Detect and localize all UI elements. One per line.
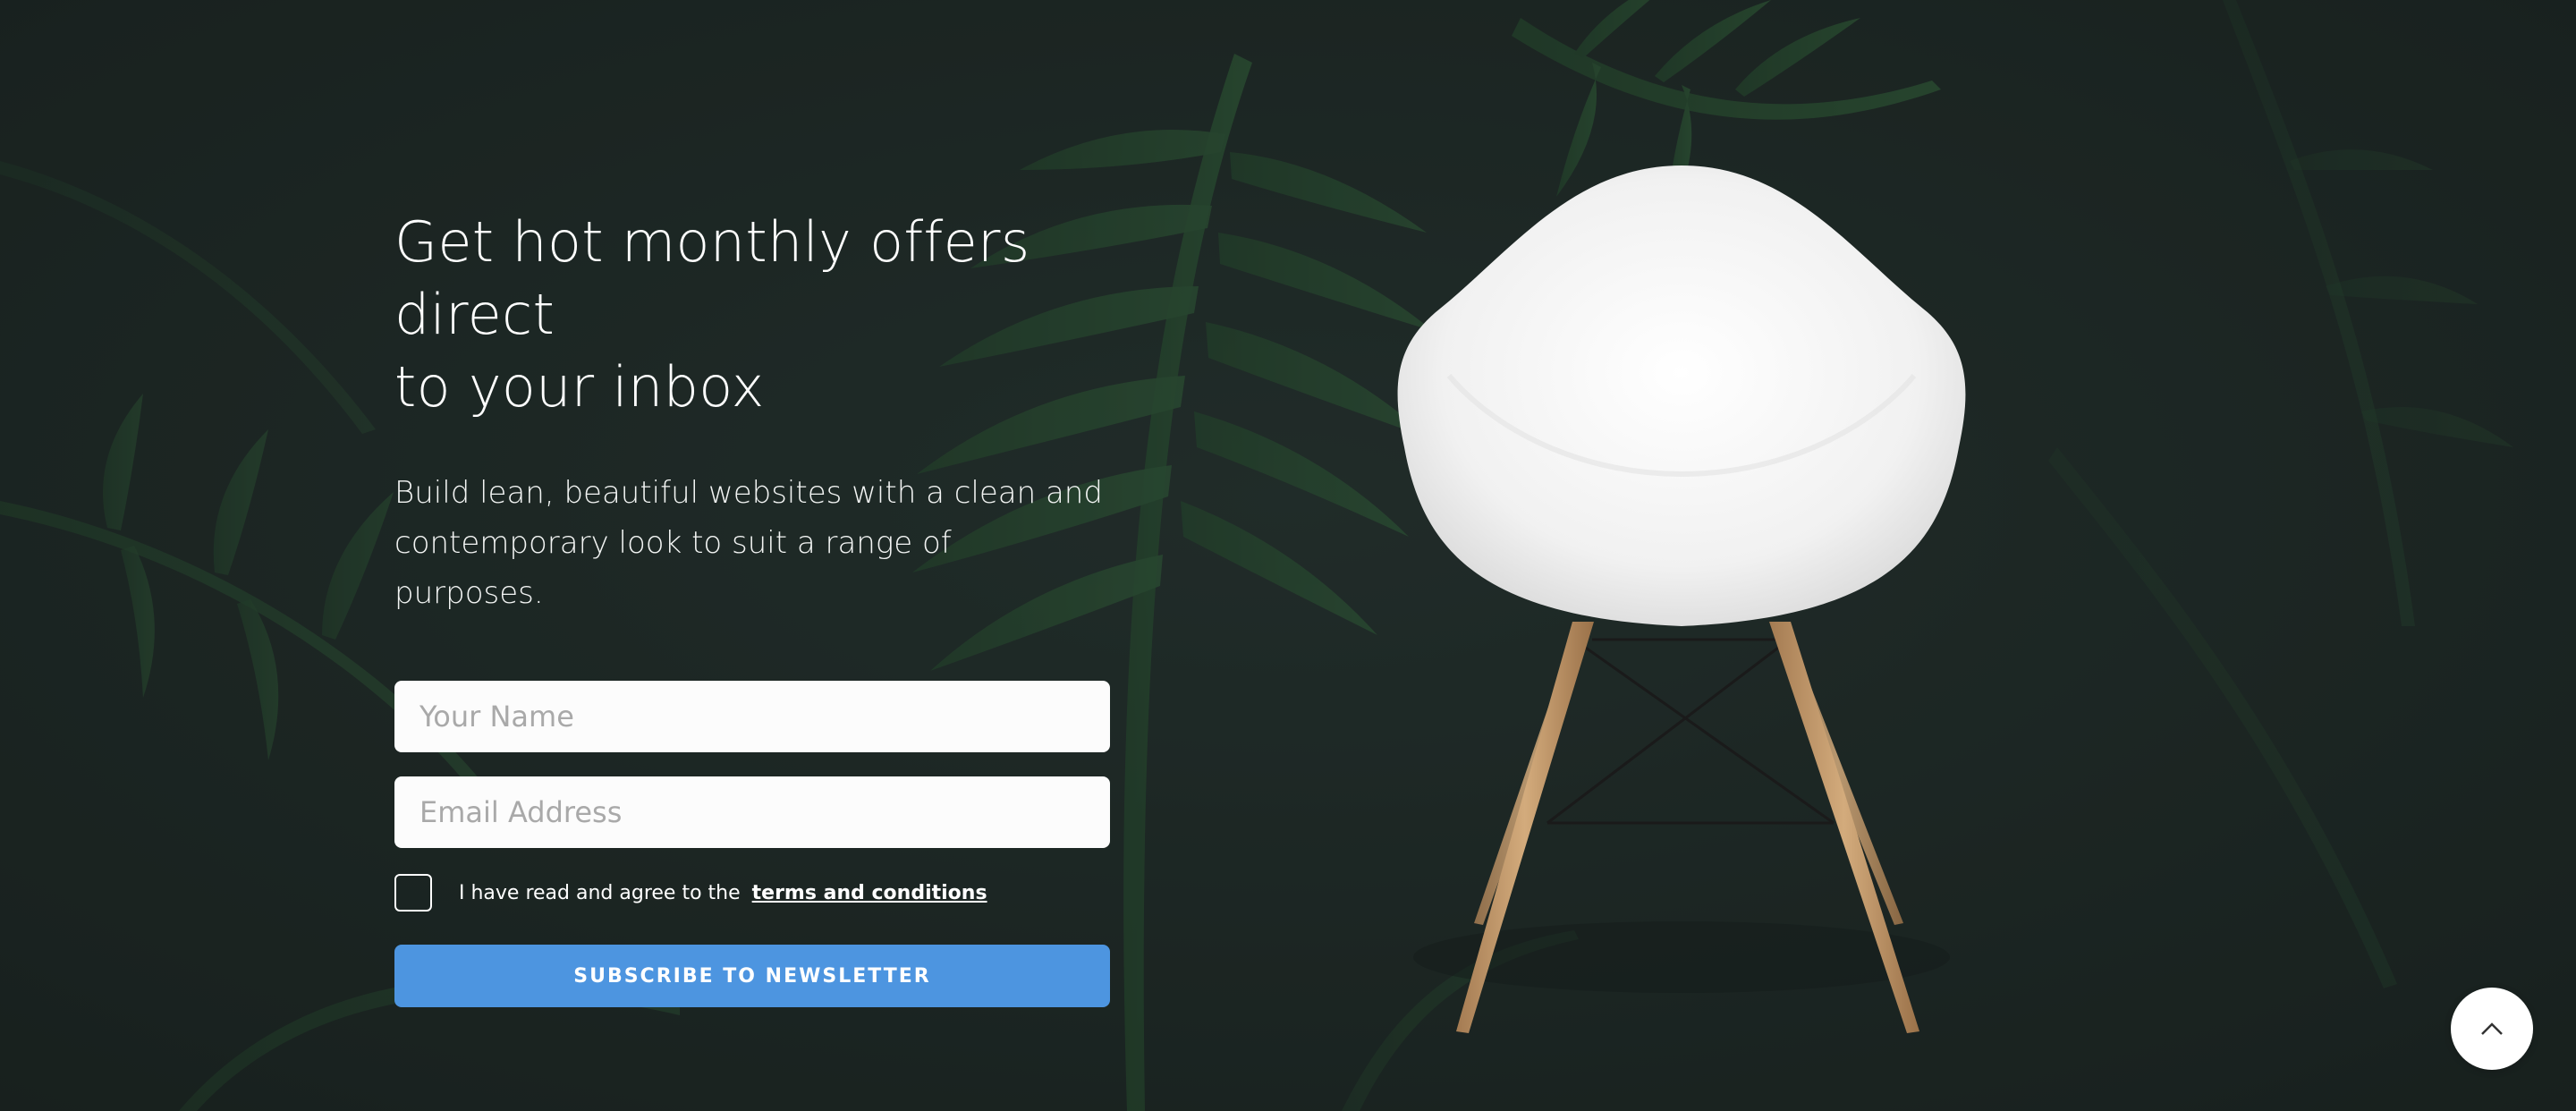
chair-image xyxy=(1397,165,1966,1033)
background-foliage-image xyxy=(0,0,2576,1111)
lead-line-2: contemporary look to suit a range of pur… xyxy=(394,525,952,611)
title-line-1: Get hot monthly offers direct xyxy=(394,209,1030,347)
terms-checkbox[interactable] xyxy=(394,874,432,912)
terms-label: I have read and agree to the terms and c… xyxy=(459,882,987,904)
title-line-2: to your inbox xyxy=(394,354,765,420)
scroll-to-top-button[interactable] xyxy=(2451,988,2533,1070)
subscribe-button[interactable]: SUBSCRIBE TO NEWSLETTER xyxy=(394,945,1110,1007)
email-input[interactable] xyxy=(394,776,1110,848)
lead-line-1: Build lean, beautiful websites with a cl… xyxy=(394,475,1103,511)
newsletter-section: Get hot monthly offers direct to your in… xyxy=(394,206,1110,1007)
page-title: Get hot monthly offers direct to your in… xyxy=(394,206,1110,423)
terms-link[interactable]: terms and conditions xyxy=(752,882,987,904)
name-input[interactable] xyxy=(394,681,1110,752)
terms-row: I have read and agree to the terms and c… xyxy=(394,872,1110,913)
newsletter-form: I have read and agree to the terms and c… xyxy=(394,681,1110,1007)
agree-text: I have read and agree to the xyxy=(459,881,741,904)
chevron-up-icon xyxy=(2481,1022,2503,1035)
lead-text: Build lean, beautiful websites with a cl… xyxy=(394,468,1110,618)
